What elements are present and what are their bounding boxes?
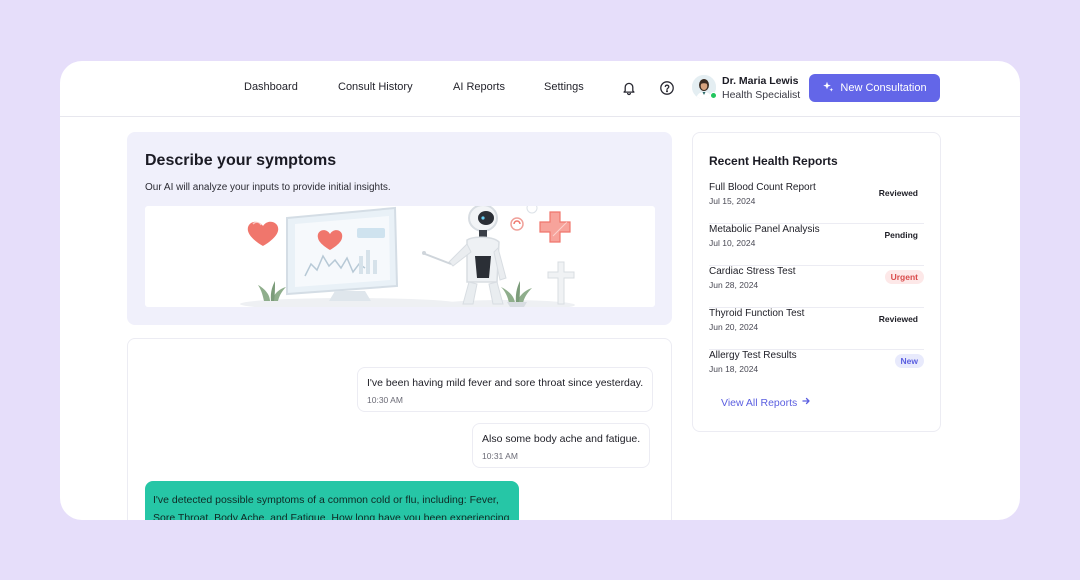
report-date: Jun 18, 2024 bbox=[709, 364, 759, 374]
chat-message-ai: I've detected possible symptoms of a com… bbox=[145, 481, 519, 520]
message-time: 10:31 AM bbox=[482, 451, 518, 461]
online-status-dot bbox=[710, 92, 717, 99]
nav-dashboard[interactable]: Dashboard bbox=[244, 81, 298, 93]
status-badge: New bbox=[894, 354, 924, 368]
report-item[interactable]: Allergy Test Results Jun 18, 2024 New bbox=[709, 350, 924, 392]
report-date: Jul 15, 2024 bbox=[709, 196, 756, 206]
health-ai-illustration bbox=[145, 206, 655, 307]
view-all-label: View All Reports bbox=[721, 396, 798, 409]
chat-message-user: Also some body ache and fatigue. 10:31 A… bbox=[472, 423, 651, 468]
message-text: I've been having mild fever and sore thr… bbox=[367, 377, 644, 389]
status-badge: Reviewed bbox=[872, 312, 924, 326]
new-consultation-button[interactable]: New Consultation bbox=[809, 74, 940, 102]
report-date: Jul 10, 2024 bbox=[709, 238, 756, 248]
nav-consult-history[interactable]: Consult History bbox=[338, 81, 413, 93]
report-item[interactable]: Thyroid Function Test Jun 20, 2024 Revie… bbox=[709, 308, 924, 350]
recent-reports-card: Recent Health Reports Full Blood Count R… bbox=[692, 132, 941, 432]
report-name: Cardiac Stress Test bbox=[709, 266, 796, 277]
help-circle-icon[interactable] bbox=[659, 80, 675, 96]
report-date: Jun 28, 2024 bbox=[709, 280, 759, 290]
report-name: Thyroid Function Test bbox=[709, 308, 805, 319]
report-item[interactable]: Cardiac Stress Test Jun 28, 2024 Urgent bbox=[709, 266, 924, 308]
sparkle-icon bbox=[822, 81, 834, 96]
nav-settings[interactable]: Settings bbox=[544, 81, 584, 93]
bell-icon[interactable] bbox=[621, 80, 637, 96]
status-badge: Pending bbox=[878, 228, 924, 242]
reports-title: Recent Health Reports bbox=[709, 154, 838, 168]
view-all-reports-link[interactable]: View All Reports bbox=[721, 396, 811, 409]
report-item[interactable]: Metabolic Panel Analysis Jul 10, 2024 Pe… bbox=[709, 224, 924, 266]
chat-message-user: I've been having mild fever and sore thr… bbox=[357, 367, 654, 412]
report-name: Allergy Test Results bbox=[709, 350, 797, 361]
user-name: Dr. Maria Lewis bbox=[722, 75, 799, 87]
chat-panel: I've been having mild fever and sore thr… bbox=[127, 338, 672, 520]
arrow-right-icon bbox=[801, 396, 811, 409]
report-date: Jun 20, 2024 bbox=[709, 322, 759, 332]
nav-ai-reports[interactable]: AI Reports bbox=[453, 81, 505, 93]
message-time: 10:30 AM bbox=[367, 395, 403, 405]
status-badge: Urgent bbox=[884, 270, 924, 284]
new-consultation-label: New Consultation bbox=[840, 82, 927, 94]
symptoms-card: Describe your symptoms Our AI will analy… bbox=[127, 132, 672, 325]
symptoms-subtitle: Our AI will analyze your inputs to provi… bbox=[145, 182, 391, 193]
message-text: Also some body ache and fatigue. bbox=[482, 433, 641, 445]
report-name: Metabolic Panel Analysis bbox=[709, 224, 820, 235]
top-header: Dashboard Consult History AI Reports Set… bbox=[60, 61, 1020, 117]
user-role: Health Specialist bbox=[722, 89, 801, 101]
report-item[interactable]: Full Blood Count Report Jul 15, 2024 Rev… bbox=[709, 182, 924, 224]
page-title: Describe your symptoms bbox=[145, 152, 337, 169]
app-window: Dashboard Consult History AI Reports Set… bbox=[60, 61, 1020, 520]
status-badge: Reviewed bbox=[872, 186, 924, 200]
report-name: Full Blood Count Report bbox=[709, 182, 816, 193]
